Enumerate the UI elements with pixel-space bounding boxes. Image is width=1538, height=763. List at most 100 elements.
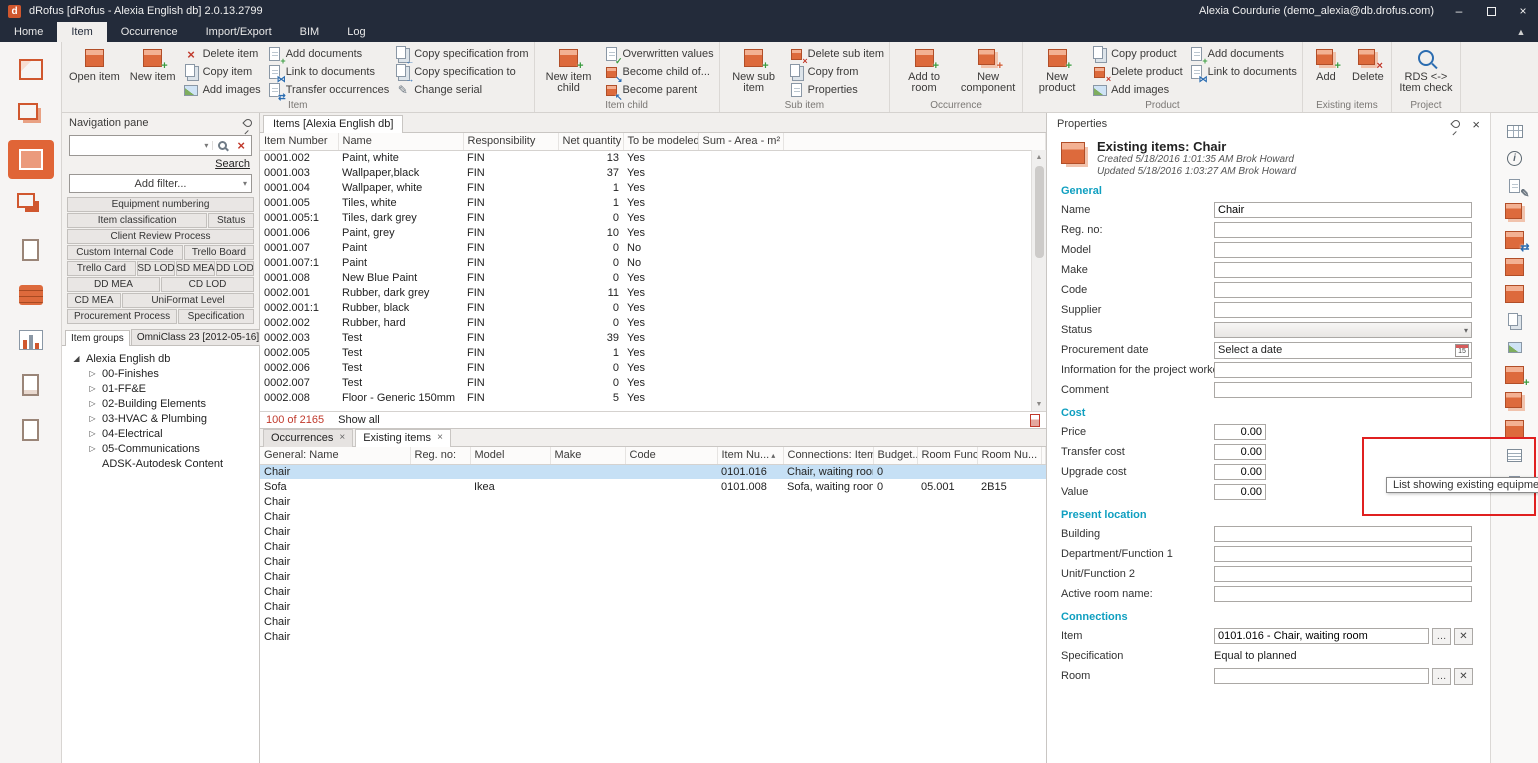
ribbon-button-change-serial[interactable]: ✎Change serial <box>395 83 528 97</box>
tree-node-03-hvac-plumbing[interactable]: ▷03-HVAC & Plumbing <box>64 411 257 426</box>
ribbon-button-add-images[interactable]: Add images <box>184 83 261 97</box>
menu-tab-import-export[interactable]: Import/Export <box>192 22 286 42</box>
scroll-down-icon[interactable]: ▼ <box>1036 397 1043 411</box>
scrollbar-thumb[interactable] <box>1035 166 1044 258</box>
filter-button-sd-lod[interactable]: SD LOD <box>137 261 175 276</box>
ribbon-button-add-to-room[interactable]: +Add to room <box>895 44 953 96</box>
ribbon-button-become-parent[interactable]: ↖Become parent <box>604 83 714 97</box>
code-field[interactable] <box>1214 282 1472 298</box>
ribbon-button-properties[interactable]: Properties <box>789 83 884 97</box>
tree-expanded-icon[interactable]: ◢ <box>72 354 81 363</box>
tree-collapsed-icon[interactable]: ▷ <box>88 414 97 423</box>
collapse-ribbon-icon[interactable]: ▲ <box>1504 22 1538 42</box>
ribbon-button-delete-sub-item[interactable]: ×Delete sub item <box>789 47 884 61</box>
column-header-model[interactable]: Model <box>470 447 550 464</box>
table-row[interactable]: Chair <box>260 509 1046 524</box>
value-field[interactable] <box>1214 484 1266 500</box>
tab-existing-items[interactable]: Existing items× <box>355 429 451 447</box>
table-row[interactable]: Chair <box>260 494 1046 509</box>
tab-close-icon[interactable]: × <box>437 433 443 443</box>
table-row[interactable]: 0002.001:1Rubber, blackFIN0Yes <box>260 300 1046 315</box>
table-row[interactable]: 0001.003Wallpaper,blackFIN37Yes <box>260 165 1046 180</box>
menu-tab-bim[interactable]: BIM <box>286 22 334 42</box>
browse-button[interactable]: … <box>1432 628 1451 645</box>
toolbar-product-data-button[interactable]: + <box>1491 361 1538 388</box>
search-icon[interactable] <box>218 141 227 150</box>
toolbar-images-button[interactable] <box>1491 334 1538 361</box>
ribbon-button-open-item[interactable]: Open item <box>67 44 122 85</box>
table-row[interactable]: SofaIkea0101.008Sofa, waiting room005.00… <box>260 479 1046 494</box>
table-row[interactable]: 0002.006TestFIN0Yes <box>260 360 1046 375</box>
ribbon-button-copy-specification-from[interactable]: ←Copy specification from <box>395 47 528 61</box>
calendar-icon[interactable]: 15 <box>1455 344 1469 357</box>
price-field[interactable] <box>1214 424 1266 440</box>
toolbar-info-button[interactable]: i <box>1491 145 1538 172</box>
restore-button[interactable] <box>1484 4 1498 18</box>
sidebar-room-data-button[interactable] <box>8 95 54 134</box>
ribbon-button-overwritten-values[interactable]: ✓Overwritten values <box>604 47 714 61</box>
ribbon-button-delete-product[interactable]: ×Delete product <box>1092 65 1183 79</box>
filter-button-custom-internal-code[interactable]: Custom Internal Code <box>67 245 183 260</box>
ribbon-button-delete-item[interactable]: ×Delete item <box>184 47 261 61</box>
ribbon-button-new-item[interactable]: +New item <box>128 44 178 85</box>
room-field[interactable] <box>1214 668 1429 684</box>
tree-node-01-ff-e[interactable]: ▷01-FF&E <box>64 381 257 396</box>
sidebar-documents-button[interactable] <box>8 230 54 269</box>
tab-close-icon[interactable]: × <box>339 433 345 443</box>
column-header-room-funct[interactable]: Room Funct... <box>917 447 977 464</box>
table-row[interactable]: Chair <box>260 584 1046 599</box>
table-row[interactable]: 0001.007PaintFIN0No <box>260 240 1046 255</box>
tab-occurrences[interactable]: Occurrences× <box>263 429 353 447</box>
column-header-budget[interactable]: Budget... <box>873 447 917 464</box>
filter-button-item-classification[interactable]: Item classification <box>67 213 207 228</box>
ribbon-button-add-documents[interactable]: +Add documents <box>1189 47 1297 61</box>
tab-omniclass-23-2012-05-16[interactable]: OmniClass 23 [2012-05-16] <box>131 329 265 345</box>
add-filter-dropdown[interactable]: Add filter... ▾ <box>69 174 252 193</box>
search-dropdown-chevron-icon[interactable]: ▾ <box>200 141 213 150</box>
search-box[interactable]: ▾ × <box>69 135 252 156</box>
filter-button-procurement-process[interactable]: Procurement Process <box>67 309 177 324</box>
sidebar-products-button[interactable] <box>8 185 54 224</box>
filter-button-trello-board[interactable]: Trello Board <box>184 245 254 260</box>
item-field[interactable] <box>1214 628 1429 644</box>
filter-button-dd-mea[interactable]: DD MEA <box>67 277 160 292</box>
model-field[interactable] <box>1214 242 1472 258</box>
search-input[interactable] <box>70 137 200 154</box>
column-header-room-nu[interactable]: Room Nu... <box>977 447 1041 464</box>
column-header-code[interactable]: Code <box>625 447 717 464</box>
unit-function-2-field[interactable] <box>1214 566 1472 582</box>
table-row[interactable]: Chair <box>260 614 1046 629</box>
properties-close-icon[interactable]: × <box>1472 117 1480 132</box>
status-dropdown[interactable]: ▾ <box>1214 322 1472 338</box>
search-link[interactable]: Search <box>215 158 250 170</box>
column-header-to-be-modeled[interactable]: To be modeled <box>623 133 698 150</box>
toolbar-table-layout-button[interactable] <box>1491 118 1538 145</box>
ribbon-button-delete[interactable]: ×Delete <box>1350 44 1386 85</box>
column-header-responsibility[interactable]: Responsibility <box>463 133 558 150</box>
column-header-item-number[interactable]: Item Number <box>260 133 338 150</box>
table-row[interactable]: 0002.003TestFIN39Yes <box>260 330 1046 345</box>
table-row[interactable]: 0001.004Wallpaper, whiteFIN1Yes <box>260 180 1046 195</box>
toolbar-product-sets-button[interactable] <box>1491 388 1538 415</box>
name-field[interactable] <box>1214 202 1472 218</box>
filter-button-equipment-numbering[interactable]: Equipment numbering <box>67 197 254 212</box>
filter-button-trello-card[interactable]: Trello Card <box>67 261 136 276</box>
table-row[interactable]: Chair <box>260 554 1046 569</box>
table-row[interactable]: 0002.005TestFIN1Yes <box>260 345 1046 360</box>
report-icon[interactable] <box>1030 414 1040 427</box>
close-button[interactable]: × <box>1516 4 1530 18</box>
filter-button-uniformat-level[interactable]: UniFormat Level <box>122 293 254 308</box>
ribbon-button-rds-item-check[interactable]: RDS <-> Item check <box>1397 44 1455 96</box>
column-header-name[interactable]: Name <box>338 133 463 150</box>
column-header-connections-item[interactable]: Connections: Item:... <box>783 447 873 464</box>
tree-collapsed-icon[interactable]: ▷ <box>88 399 97 408</box>
properties-pin-icon[interactable] <box>1451 118 1462 129</box>
clear-search-icon[interactable]: × <box>233 138 249 153</box>
menu-tab-home[interactable]: Home <box>0 22 57 42</box>
building-field[interactable] <box>1214 526 1472 542</box>
supplier-field[interactable] <box>1214 302 1472 318</box>
filter-button-client-review-process[interactable]: Client Review Process <box>67 229 254 244</box>
filter-button-sd-mea[interactable]: SD MEA <box>176 261 214 276</box>
filter-button-dd-lod[interactable]: DD LOD <box>216 261 254 276</box>
tree-node-04-electrical[interactable]: ▷04-Electrical <box>64 426 257 441</box>
